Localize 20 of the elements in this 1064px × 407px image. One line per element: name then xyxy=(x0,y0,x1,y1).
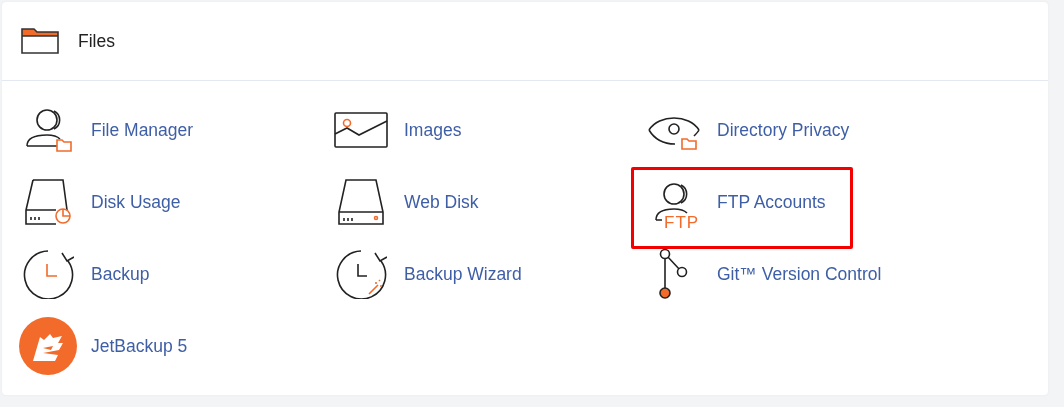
tool-link[interactable]: FTP Accounts xyxy=(717,191,826,213)
disk-chart-icon xyxy=(23,179,73,225)
tool-link[interactable]: Git™ Version Control xyxy=(717,263,882,285)
jetbackup-logo-icon xyxy=(19,317,77,375)
tool-link[interactable]: Web Disk xyxy=(404,191,479,213)
tool-link[interactable]: JetBackup 5 xyxy=(91,335,188,357)
tool-link[interactable]: Disk Usage xyxy=(91,191,181,213)
user-folder-icon xyxy=(23,108,73,152)
clock-icon xyxy=(22,249,74,299)
ftp-label: FTP xyxy=(664,214,700,231)
folder-icon xyxy=(21,28,59,54)
tool-link[interactable]: Backup xyxy=(91,263,150,285)
tool-link[interactable]: Directory Privacy xyxy=(717,119,850,141)
clock-wand-icon xyxy=(335,249,387,299)
tool-link[interactable]: Backup Wizard xyxy=(404,263,522,285)
disk-icon xyxy=(338,179,384,225)
panel-title: Files xyxy=(78,30,115,52)
tool-link[interactable]: Images xyxy=(404,119,462,141)
tool-link[interactable]: File Manager xyxy=(91,119,194,141)
image-icon xyxy=(334,112,388,148)
